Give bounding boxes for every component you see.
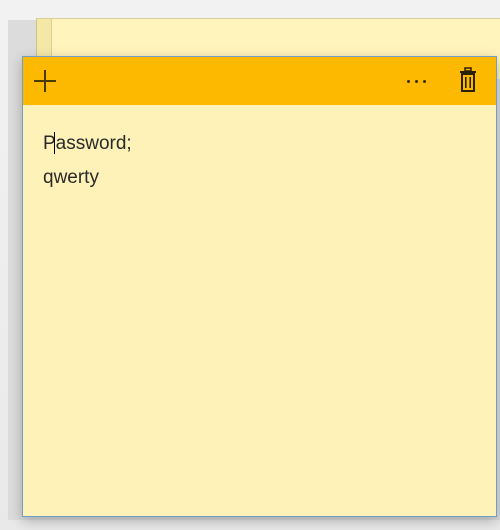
ellipsis-icon-dot [422,79,426,83]
delete-note-button[interactable] [454,66,482,96]
note-text-area[interactable]: Password; qwerty [43,127,473,195]
text-cursor [54,132,55,154]
trash-icon [460,67,476,92]
more-options-button[interactable] [401,67,431,95]
add-note-button[interactable] [31,67,59,95]
plus-icon-vertical [44,70,46,92]
ellipsis-icon-dot [414,79,418,83]
note-line: Password; [43,133,132,154]
desktop: Password; qwerty [0,0,500,530]
note-header[interactable] [23,57,496,105]
note-line: qwerty [43,167,99,188]
sticky-note[interactable]: Password; qwerty [22,56,497,517]
ellipsis-icon [406,79,410,83]
